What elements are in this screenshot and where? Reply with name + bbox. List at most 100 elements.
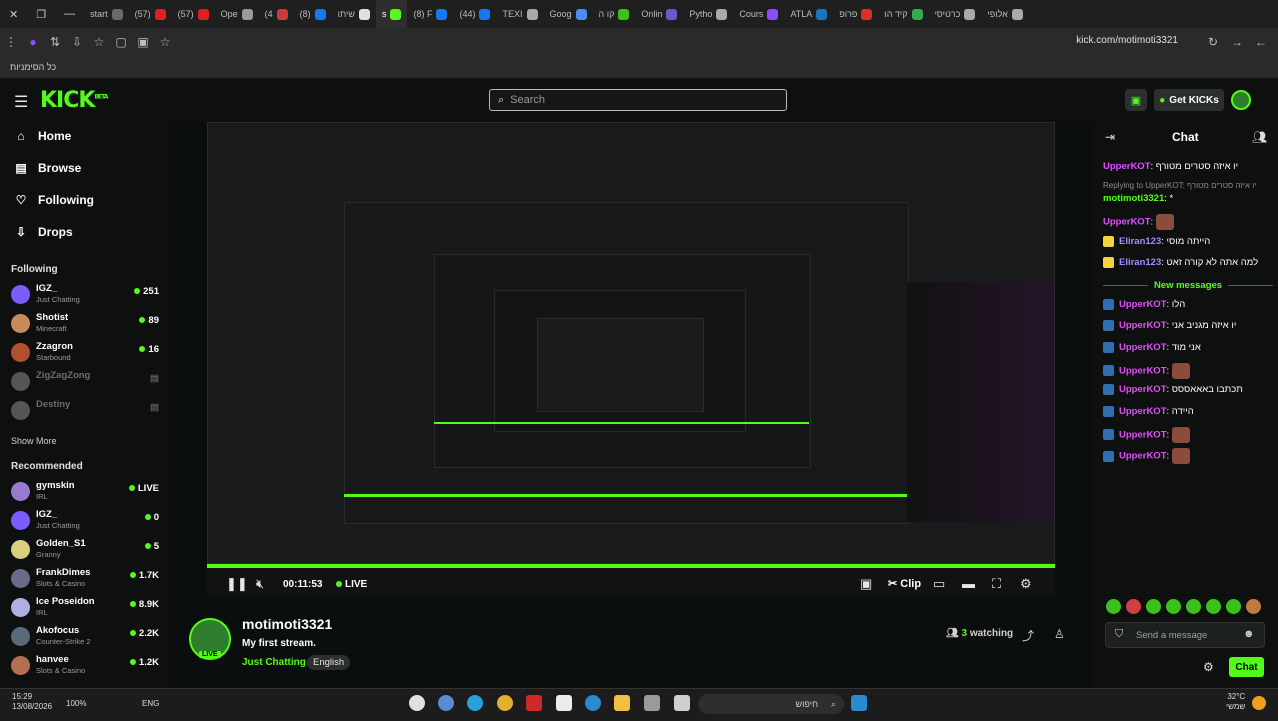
chat-username[interactable]: UpperKOT xyxy=(1103,161,1151,172)
tune-icon[interactable]: ⇅ xyxy=(44,35,66,49)
pause-icon[interactable]: ❚❚ xyxy=(226,576,248,592)
chat-settings-icon[interactable]: ⚙ xyxy=(1203,660,1214,674)
collapse-chat-icon[interactable]: ⇥ xyxy=(1105,130,1115,144)
browser-tab[interactable]: שיתו xyxy=(332,0,376,28)
sidebar-channel[interactable]: ZigZagZong ▤ xyxy=(11,369,161,395)
emoji-picker-icon[interactable]: ☻ xyxy=(1243,628,1255,640)
extension-icon[interactable]: ● xyxy=(22,35,44,49)
browser-tab[interactable]: Pytho xyxy=(683,0,733,28)
hamburger-menu-icon[interactable]: ☰ xyxy=(14,92,28,112)
browser-tab[interactable]: כרטיסי xyxy=(929,0,982,28)
video-progress-bar[interactable] xyxy=(207,564,1055,568)
favorites-icon[interactable]: ☆ xyxy=(88,35,110,49)
sidebar-channel[interactable]: hanvee Slots & Casino 1.2K xyxy=(11,653,161,679)
chat-username[interactable]: UpperKOT xyxy=(1119,320,1167,331)
taskbar-clock[interactable]: 15:29 13/08/2026 xyxy=(12,692,52,712)
browser-tab[interactable]: אלופי xyxy=(981,0,1028,28)
calculator-app-icon[interactable] xyxy=(556,695,572,711)
sidebar-channel[interactable]: Shotist Minecraft 89 xyxy=(11,311,161,337)
miniplayer-icon[interactable]: ▬ xyxy=(962,576,975,591)
chat-username[interactable]: UpperKOT xyxy=(1119,299,1167,310)
steam-app-icon[interactable] xyxy=(409,695,425,711)
chat-username[interactable]: UpperKOT xyxy=(1119,451,1167,462)
emote[interactable] xyxy=(1206,599,1221,614)
sidebar-channel[interactable]: Destiny ▤ xyxy=(11,398,161,424)
taskbar-search[interactable]: חיפוש ⌕ xyxy=(698,694,844,714)
edge-app-icon[interactable] xyxy=(585,695,601,711)
emote[interactable] xyxy=(1226,599,1241,614)
app-icon[interactable] xyxy=(644,695,660,711)
all-bookmarks-link[interactable]: כל הסימניות xyxy=(0,62,56,72)
address-bar[interactable]: kick.com/motimoti3321 xyxy=(1076,35,1178,46)
forward-icon[interactable]: → xyxy=(1226,35,1248,49)
close-window-icon[interactable]: ✕ xyxy=(0,8,27,21)
browser-tab[interactable]: קיד הו xyxy=(878,0,928,28)
browser-tab[interactable]: (8) xyxy=(294,0,332,28)
app-icon-2[interactable] xyxy=(674,695,690,711)
sidebar-nav-drops[interactable]: ⇩ Drops xyxy=(14,225,73,239)
emote[interactable] xyxy=(1246,599,1261,614)
browser-tab[interactable]: TEXI xyxy=(496,0,543,28)
show-more-link[interactable]: Show More xyxy=(11,436,57,446)
get-kicks-button[interactable]: ● Get KICKs xyxy=(1154,89,1224,111)
file-explorer-icon[interactable] xyxy=(614,695,630,711)
browser-tab[interactable]: (8) F xyxy=(407,0,453,28)
chat-users-icon[interactable]: 👥︎ xyxy=(1252,130,1267,144)
sidebar-channel[interactable]: Akofocus Counter-Strike 2 2.2K xyxy=(11,624,161,650)
menu-icon[interactable]: ⋮ xyxy=(0,35,22,49)
settings-gear-icon[interactable]: ⚙ xyxy=(1020,576,1032,592)
kick-logo[interactable]: KICKBETA xyxy=(40,88,108,113)
chat-send-button[interactable]: Chat xyxy=(1229,657,1264,677)
user-avatar[interactable] xyxy=(1231,90,1251,110)
sidebar-channel[interactable]: IGZ_ Just Chatting 251 xyxy=(11,282,161,308)
chat-username[interactable]: UpperKOT xyxy=(1119,365,1167,376)
browser-tab[interactable]: Goog xyxy=(544,0,593,28)
browser-tab[interactable]: Ope xyxy=(215,0,259,28)
chat-message-input[interactable]: Send a message xyxy=(1105,622,1265,648)
settings-app-icon[interactable] xyxy=(438,695,454,711)
clip-button[interactable]: ✂ Clip xyxy=(888,577,921,590)
emote[interactable] xyxy=(1106,599,1121,614)
browser-tab[interactable]: (57) xyxy=(172,0,215,28)
kick-store-button[interactable]: ▣ xyxy=(1125,89,1147,111)
sidebar-channel[interactable]: Ice Poseidon IRL 8.9K xyxy=(11,595,161,621)
emote[interactable] xyxy=(1166,599,1181,614)
chat-username[interactable]: UpperKOT xyxy=(1103,217,1151,228)
sidebar-channel[interactable]: IGZ_ Just Chatting 0 xyxy=(11,508,161,534)
mute-icon[interactable]: 🔇︎ xyxy=(256,576,264,592)
browser-tab[interactable]: קו ה xyxy=(593,0,636,28)
sidebar-channel[interactable]: gymskin IRL LIVE xyxy=(11,479,161,505)
browser-tab[interactable]: פרופ xyxy=(833,0,878,28)
captions-icon[interactable]: ▭ xyxy=(933,576,945,592)
new-messages-label[interactable]: New messages xyxy=(1103,280,1273,291)
weather-widget[interactable]: 32°C שמשי xyxy=(1226,692,1245,712)
sidebar-nav-browse[interactable]: ▤ Browse xyxy=(14,161,81,175)
collections-icon[interactable]: ▢ xyxy=(110,35,132,49)
video-player[interactable] xyxy=(207,122,1055,597)
chat-username[interactable]: motimoti3321 xyxy=(1103,193,1164,204)
chat-username[interactable]: Eliran123 xyxy=(1119,257,1161,268)
l-app-icon[interactable] xyxy=(526,695,542,711)
browser-tab[interactable]: Onlin xyxy=(635,0,683,28)
search-input[interactable]: ⌕ Search xyxy=(489,89,787,111)
browser-tab[interactable]: s xyxy=(375,0,408,28)
chat-username[interactable]: Eliran123 xyxy=(1119,236,1161,247)
chat-username[interactable]: UpperKOT xyxy=(1119,429,1167,440)
split-icon[interactable]: ▣ xyxy=(132,35,154,49)
download-icon[interactable]: ⇩ xyxy=(66,35,88,49)
browser-tab[interactable]: Cours xyxy=(733,0,784,28)
sidebar-channel[interactable]: Zzagron Starbound 16 xyxy=(11,340,161,366)
restore-window-icon[interactable]: ❐ xyxy=(27,8,55,21)
emote[interactable] xyxy=(1126,599,1141,614)
reload-icon[interactable]: ↻ xyxy=(1202,35,1224,49)
sidebar-channel[interactable]: FrankDimes Slots & Casino 1.7K xyxy=(11,566,161,592)
browser-tab[interactable]: start xyxy=(84,0,129,28)
theatre-mode-icon[interactable]: ▣ xyxy=(860,576,872,592)
stream-category[interactable]: Just Chatting xyxy=(242,657,306,668)
browser-tab[interactable]: (44) xyxy=(453,0,496,28)
bookmark-star-icon[interactable]: ☆ xyxy=(154,35,176,49)
chat-username[interactable]: UpperKOT xyxy=(1119,406,1167,417)
language-tag[interactable]: English xyxy=(307,655,351,670)
browser-tab[interactable]: (57) xyxy=(129,0,172,28)
follow-icon[interactable]: ♙ xyxy=(1054,627,1065,641)
